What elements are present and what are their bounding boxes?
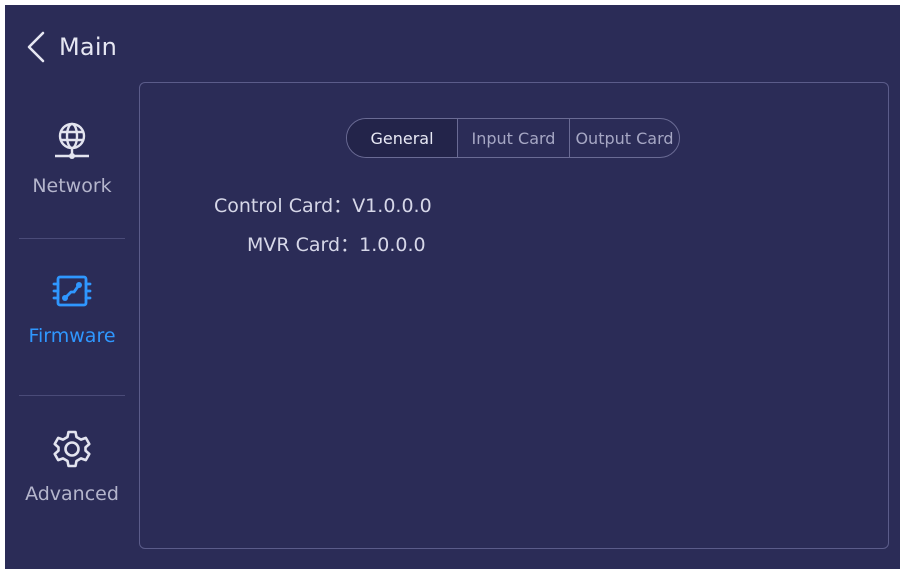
sidebar-item-network[interactable]: Network xyxy=(5,87,139,227)
tab-output-card[interactable]: Output Card xyxy=(569,119,679,157)
gear-icon xyxy=(53,430,91,468)
header: Main xyxy=(5,5,900,85)
circuit-board-icon xyxy=(52,275,92,307)
control-card-version: V1.0.0.0 xyxy=(352,195,432,217)
tab-input-card[interactable]: Input Card xyxy=(457,119,569,157)
sidebar-item-label: Firmware xyxy=(28,325,116,347)
mvr-card-separator: ： xyxy=(340,234,360,256)
tab-bar: General Input Card Output Card xyxy=(346,118,680,158)
sidebar-item-label: Network xyxy=(32,175,112,197)
sidebar-item-advanced[interactable]: Advanced xyxy=(5,395,139,535)
mvr-card-version-row: MVR Card：1.0.0.0 xyxy=(247,230,426,257)
globe-icon xyxy=(55,122,89,159)
back-button[interactable]: Main xyxy=(25,27,117,67)
mvr-card-label: MVR Card xyxy=(247,234,341,256)
sidebar-item-label: Advanced xyxy=(25,483,119,505)
firmware-panel: General Input Card Output Card Control C… xyxy=(139,82,889,549)
tab-general[interactable]: General xyxy=(347,119,457,157)
device-settings-screen: Main Network Firmware Advanced General I… xyxy=(5,5,900,569)
mvr-card-version: 1.0.0.0 xyxy=(359,234,426,256)
chevron-left-icon xyxy=(27,31,45,63)
control-card-label: Control Card xyxy=(214,195,334,217)
sidebar-item-firmware[interactable]: Firmware xyxy=(5,237,139,377)
control-card-separator: ： xyxy=(333,195,353,217)
sidebar: Network Firmware Advanced xyxy=(5,87,139,557)
control-card-version-row: Control Card：V1.0.0.0 xyxy=(214,191,432,218)
back-label: Main xyxy=(59,33,118,61)
